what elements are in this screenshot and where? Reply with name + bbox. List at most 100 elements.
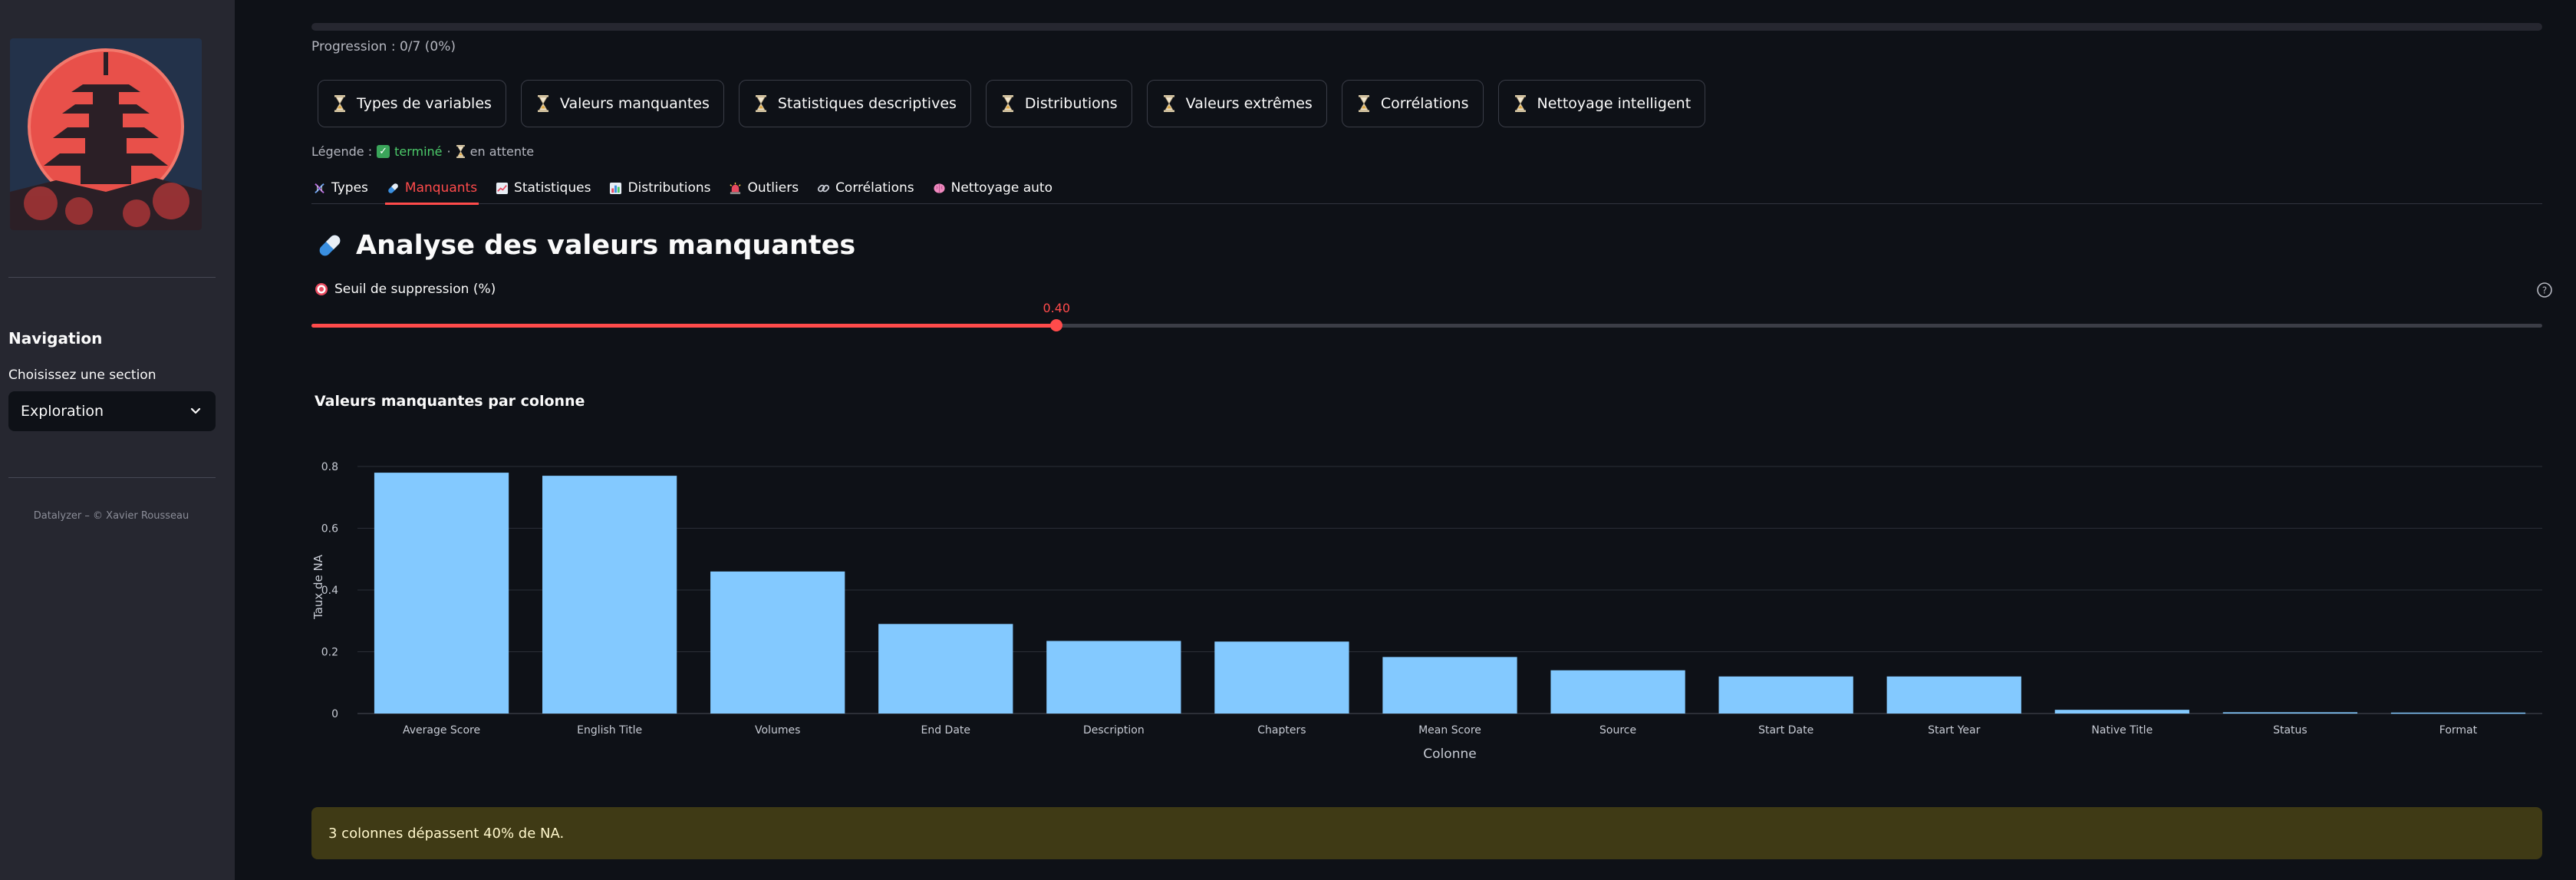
step-label: Nettoyage intelligent — [1537, 95, 1692, 112]
tab-label: Distributions — [628, 180, 711, 196]
tab-corr-lations[interactable]: Corrélations — [815, 172, 916, 204]
x-tick-label: Mean Score — [1418, 724, 1481, 737]
x-tick-label: Description — [1083, 724, 1145, 737]
legend-done: terminé — [394, 144, 443, 159]
tab-distributions[interactable]: Distributions — [608, 172, 712, 204]
sidebar-divider — [8, 477, 216, 478]
y-tick-label: 0.2 — [321, 647, 338, 659]
x-tick-label: Status — [2273, 724, 2308, 737]
sidebar-divider — [8, 277, 216, 278]
step-button[interactable]: Valeurs manquantes — [520, 80, 724, 127]
chart-bar — [1382, 657, 1517, 714]
sidebar: Navigation Choisissez une section Explor… — [0, 0, 235, 880]
chart-bar — [374, 473, 509, 714]
x-tick-label: Average Score — [403, 724, 480, 737]
missing-values-chart: 00.20.40.60.8Average Score English Title V… — [311, 461, 2542, 762]
step-label: Statistiques descriptives — [777, 95, 957, 112]
section-select-value: Exploration — [21, 403, 104, 420]
progress-bar — [311, 23, 2542, 31]
tab-statistiques[interactable]: Statistiques — [494, 172, 592, 204]
x-tick-label: Start Date — [1758, 724, 1813, 737]
chart-bar — [1550, 670, 1685, 714]
sidebar-footer: Datalyzer – © Xavier Rousseau — [33, 510, 189, 522]
section-select[interactable]: Exploration — [8, 391, 216, 431]
slider-handle[interactable] — [1050, 319, 1063, 331]
step-label: Valeurs extrêmes — [1185, 95, 1313, 112]
chart-bar — [2390, 712, 2526, 714]
step-button[interactable]: Nettoyage intelligent — [1497, 80, 1706, 127]
chart-bar — [2054, 710, 2189, 714]
tab-label: Types — [331, 180, 368, 196]
pill-icon — [387, 182, 400, 195]
chevron-down-icon — [190, 407, 201, 414]
x-tick-label: Native Title — [2091, 724, 2153, 737]
hourglass-icon — [456, 145, 465, 158]
hourglass-icon — [755, 95, 766, 112]
threshold-slider[interactable]: 0.40 — [311, 299, 2542, 345]
x-tick-label: English Title — [577, 724, 642, 737]
x-tick-label: Volumes — [755, 724, 800, 737]
slider-label-text: Seuil de suppression (%) — [334, 282, 496, 297]
x-tick-label: Source — [1599, 724, 1636, 737]
tab-outliers[interactable]: Outliers — [727, 172, 800, 204]
brain-icon — [933, 182, 946, 195]
y-tick-label: 0.8 — [321, 461, 338, 473]
legend: Légende : ✓ terminé · en attente — [311, 144, 534, 159]
chart-bar — [2222, 712, 2358, 714]
tab-label: Corrélations — [835, 180, 914, 196]
legend-pending: en attente — [469, 144, 535, 159]
x-axis-label: Colonne — [1423, 747, 1476, 762]
hourglass-icon — [1358, 95, 1369, 112]
chart-title: Valeurs manquantes par colonne — [315, 393, 585, 410]
slider-label: Seuil de suppression (%) — [315, 282, 496, 297]
step-button[interactable]: Distributions — [985, 80, 1132, 127]
link-icon — [817, 182, 830, 195]
chart-bar — [1214, 641, 1349, 714]
hourglass-icon — [334, 95, 345, 112]
tab-label: Statistiques — [514, 180, 591, 196]
legend-separator: · — [446, 144, 451, 159]
y-tick-label: 0.6 — [321, 523, 338, 536]
legend-prefix: Légende : — [311, 144, 373, 159]
step-button[interactable]: Valeurs extrêmes — [1146, 80, 1327, 127]
bar-chart-icon — [609, 182, 622, 195]
section-select-label: Choisissez une section — [8, 367, 156, 383]
tab-label: Manquants — [404, 180, 478, 196]
svg-text:?: ? — [2542, 285, 2547, 296]
slider-value: 0.40 — [1043, 301, 1071, 315]
x-tick-label: Start Year — [1928, 724, 1981, 737]
y-tick-label: 0 — [331, 708, 338, 720]
x-tick-label: Format — [2439, 724, 2478, 737]
tab-manquants[interactable]: Manquants — [384, 172, 479, 205]
step-button[interactable]: Types de variables — [318, 80, 506, 127]
chart-bar — [878, 624, 1013, 714]
chart-bar — [710, 571, 845, 714]
step-button[interactable]: Corrélations — [1341, 80, 1484, 127]
tab-bar: Types Manquants Statistiques Distributions O… — [311, 172, 2542, 205]
section-title: Analyse des valeurs manquantes — [356, 230, 856, 261]
chart-bar — [1886, 676, 2021, 714]
x-tick-label: End Date — [921, 724, 971, 737]
hourglass-icon — [537, 95, 548, 112]
tab-nettoyage-auto[interactable]: Nettoyage auto — [931, 172, 1054, 204]
section-heading: Analyse des valeurs manquantes — [315, 230, 855, 261]
tab-types[interactable]: Types — [311, 172, 370, 204]
hourglass-icon — [1514, 95, 1526, 112]
progress-text: Progression : 0/7 (0%) — [311, 39, 456, 54]
y-axis-label: Taux de NA — [311, 554, 325, 620]
alert-text: 3 colonnes dépassent 40% de NA. — [328, 825, 565, 842]
warning-alert: 3 colonnes dépassent 40% de NA. — [311, 807, 2542, 859]
dna-icon — [313, 182, 326, 195]
step-label: Corrélations — [1380, 95, 1469, 112]
hourglass-icon — [1002, 95, 1013, 112]
check-icon: ✓ — [377, 145, 390, 158]
help-icon[interactable]: ? — [2536, 282, 2553, 298]
chart-bar — [542, 476, 677, 714]
step-button[interactable]: Statistiques descriptives — [738, 80, 971, 127]
pill-icon — [319, 235, 341, 256]
target-icon — [315, 283, 328, 295]
tab-label: Outliers — [747, 180, 799, 196]
step-label: Valeurs manquantes — [559, 95, 710, 112]
slider-fill — [311, 324, 1057, 328]
chart-bar — [1718, 676, 1853, 714]
